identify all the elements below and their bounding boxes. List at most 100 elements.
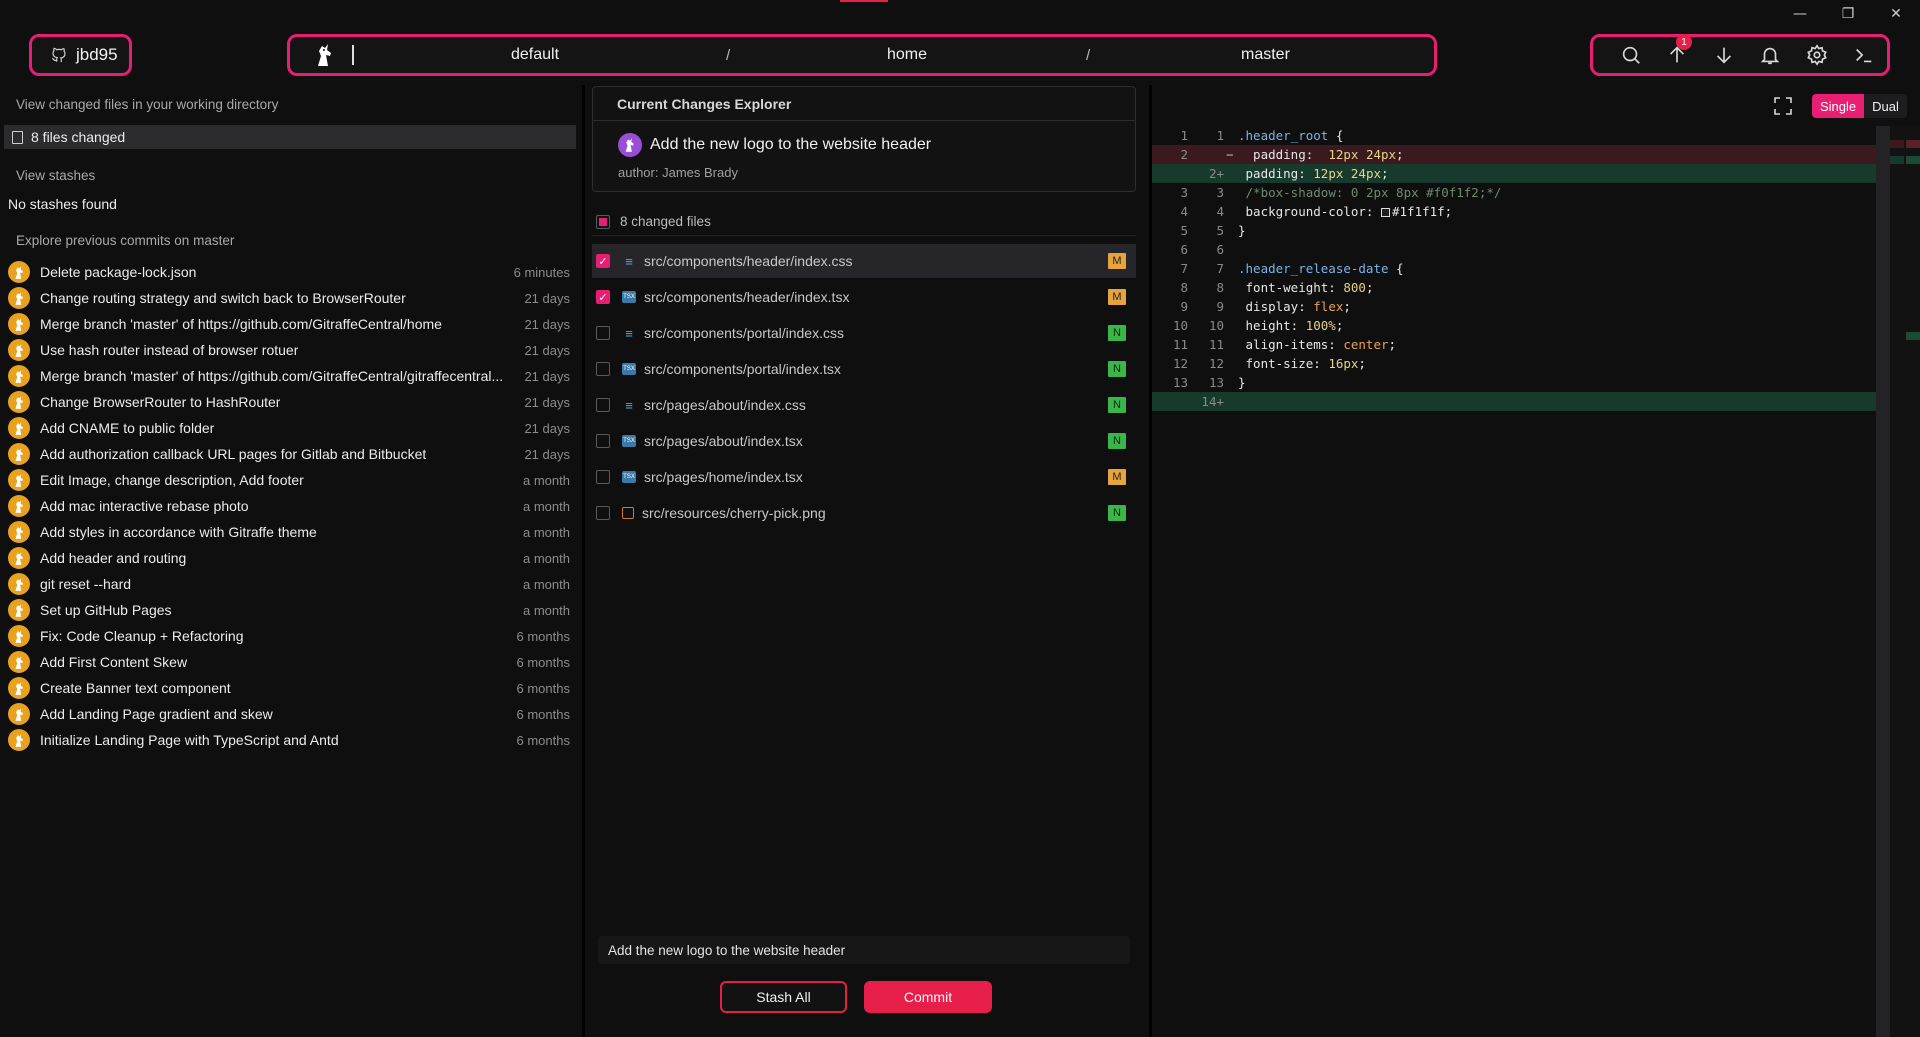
gitraffe-avatar-icon	[14, 499, 23, 513]
commit-row[interactable]: Add Landing Page gradient and skew 6 mont…	[8, 701, 570, 727]
terminal-button[interactable]	[1850, 41, 1878, 69]
arrow-down-icon	[1716, 47, 1732, 64]
dual-view-button[interactable]: Dual	[1864, 94, 1907, 118]
commit-row[interactable]: Add mac interactive rebase photo a month	[8, 493, 570, 519]
commit-row[interactable]: Change BrowserRouter to HashRouter 21 day…	[8, 389, 570, 415]
changed-files-item[interactable]: 8 files changed	[4, 125, 576, 149]
minimap-scrollbar[interactable]	[1876, 126, 1890, 1037]
commit-message-input[interactable]: Add the new logo to the website header	[598, 936, 1130, 964]
pull-button[interactable]	[1710, 41, 1738, 69]
fullscreen-icon[interactable]	[1773, 96, 1793, 116]
commit-row[interactable]: Add First Content Skew 6 months	[8, 649, 570, 675]
commit-time: 21 days	[524, 290, 570, 306]
commit-button[interactable]: Commit	[864, 981, 992, 1013]
commit-row[interactable]: Fix: Code Cleanup + Refactoring 6 months	[8, 623, 570, 649]
commit-row[interactable]: Delete package-lock.json 6 minutes	[8, 259, 570, 285]
commit-message: Use hash router instead of browser rotue…	[40, 342, 299, 358]
new-line-number: 14+	[1201, 394, 1224, 409]
new-line-number: 3	[1216, 185, 1224, 200]
diff-line: 4 4 background-color: #1f1f1f;	[1152, 202, 1890, 221]
commit-avatar	[8, 313, 30, 335]
old-line-number: 11	[1172, 337, 1188, 352]
select-all-checkbox[interactable]	[596, 214, 610, 229]
file-icon	[12, 130, 23, 144]
changed-files-section-title: View changed files in your working direc…	[16, 97, 279, 112]
commit-avatar	[8, 729, 30, 751]
commit-row[interactable]: Merge branch 'master' of https://github.…	[8, 311, 570, 337]
file-checkbox[interactable]	[596, 434, 610, 448]
breadcrumb-repository[interactable]: home	[887, 46, 927, 64]
commit-row[interactable]: Add styles in accordance with Gitraffe t…	[8, 519, 570, 545]
new-line-number: 7	[1216, 261, 1224, 276]
file-checkbox[interactable]: ✓	[596, 290, 610, 304]
search-button[interactable]	[1617, 41, 1645, 69]
old-line-number: 8	[1180, 280, 1188, 295]
file-status-badge: N	[1108, 397, 1126, 413]
changed-file-row[interactable]: ≡ src/pages/about/index.css N	[592, 388, 1136, 422]
code-text: /*box-shadow: 0 2px 8px #f0f1f2;*/	[1245, 185, 1502, 200]
file-checkbox[interactable]	[596, 398, 610, 412]
changed-file-row[interactable]: ✓ ≡ src/components/header/index.css M	[592, 244, 1136, 278]
changed-file-row[interactable]: TSX src/components/portal/index.tsx N	[592, 352, 1136, 386]
notifications-button[interactable]	[1756, 41, 1784, 69]
breadcrumb-separator: /	[1086, 46, 1091, 64]
commit-row[interactable]: Set up GitHub Pages a month	[8, 597, 570, 623]
code-text: align-items: center;	[1238, 337, 1397, 352]
gitraffe-avatar-icon	[14, 421, 23, 435]
new-line-number: 10	[1208, 318, 1224, 333]
commit-row[interactable]: git reset --hard a month	[8, 571, 570, 597]
file-checkbox[interactable]	[596, 326, 610, 340]
commit-preview-card: Current Changes Explorer Add the new log…	[592, 86, 1136, 192]
commit-avatar	[8, 573, 30, 595]
file-checkbox[interactable]: ✓	[596, 254, 610, 268]
breadcrumb-divider	[352, 45, 354, 65]
changed-file-row[interactable]: TSX src/pages/about/index.tsx N	[592, 424, 1136, 458]
gitraffe-avatar-icon	[14, 655, 23, 669]
minimize-button[interactable]: —	[1776, 0, 1824, 28]
user-account-button[interactable]: jbd95	[29, 34, 132, 76]
explorer-heading: Current Changes Explorer	[593, 87, 1135, 121]
commit-row[interactable]: Add header and routing a month	[8, 545, 570, 571]
changed-file-row[interactable]: ✓ TSX src/components/header/index.tsx M	[592, 280, 1136, 314]
diff-minimap[interactable]	[1876, 126, 1920, 1037]
commit-time: 21 days	[524, 368, 570, 384]
breadcrumb-branch[interactable]: master	[1241, 46, 1290, 64]
file-checkbox[interactable]	[596, 506, 610, 520]
breadcrumb-organization[interactable]: default	[511, 46, 559, 64]
file-checkbox[interactable]	[596, 470, 610, 484]
commit-row[interactable]: Use hash router instead of browser rotue…	[8, 337, 570, 363]
changed-files-header: 8 changed files	[592, 208, 1136, 236]
commit-avatar	[8, 677, 30, 699]
commit-row[interactable]: Merge branch 'master' of https://github.…	[8, 363, 570, 389]
diff-line: 5 5}	[1152, 221, 1890, 240]
settings-button[interactable]	[1803, 41, 1831, 69]
commit-message: Edit Image, change description, Add foot…	[40, 472, 304, 488]
code-text: font-size: 16px;	[1238, 356, 1366, 371]
commit-row[interactable]: Change routing strategy and switch back …	[8, 285, 570, 311]
breadcrumb-separator: /	[726, 46, 731, 64]
commit-row[interactable]: Add CNAME to public folder 21 days	[8, 415, 570, 441]
commit-row[interactable]: Edit Image, change description, Add foot…	[8, 467, 570, 493]
gitraffe-avatar-icon	[14, 577, 23, 591]
bell-icon	[1760, 47, 1780, 65]
old-line-number: 10	[1172, 318, 1188, 333]
single-view-button[interactable]: Single	[1812, 94, 1865, 118]
maximize-button[interactable]: ❐	[1824, 0, 1872, 28]
new-line-number: 4	[1216, 204, 1224, 219]
commit-row[interactable]: Initialize Landing Page with TypeScript …	[8, 727, 570, 753]
changed-file-row[interactable]: ≡ src/components/portal/index.css N	[592, 316, 1136, 350]
active-indicator	[840, 0, 888, 2]
panel-divider[interactable]	[582, 85, 585, 1037]
old-line-number: 7	[1180, 261, 1188, 276]
commit-row[interactable]: Create Banner text component 6 months	[8, 675, 570, 701]
new-line-number: 2+	[1208, 166, 1224, 181]
diff-viewer[interactable]: 1 1 .header_root {2− padding: 12px 24px; 2+…	[1152, 126, 1890, 411]
file-checkbox[interactable]	[596, 362, 610, 376]
commit-time: 6 months	[516, 706, 570, 722]
commit-row[interactable]: Add authorization callback URL pages for…	[8, 441, 570, 467]
changed-file-row[interactable]: TSX src/pages/home/index.tsx M	[592, 460, 1136, 494]
changed-file-row[interactable]: src/resources/cherry-pick.png N	[592, 496, 1136, 530]
stash-all-button[interactable]: Stash All	[720, 981, 847, 1013]
close-button[interactable]: ✕	[1872, 0, 1920, 28]
file-path: src/pages/about/index.tsx	[644, 433, 803, 449]
